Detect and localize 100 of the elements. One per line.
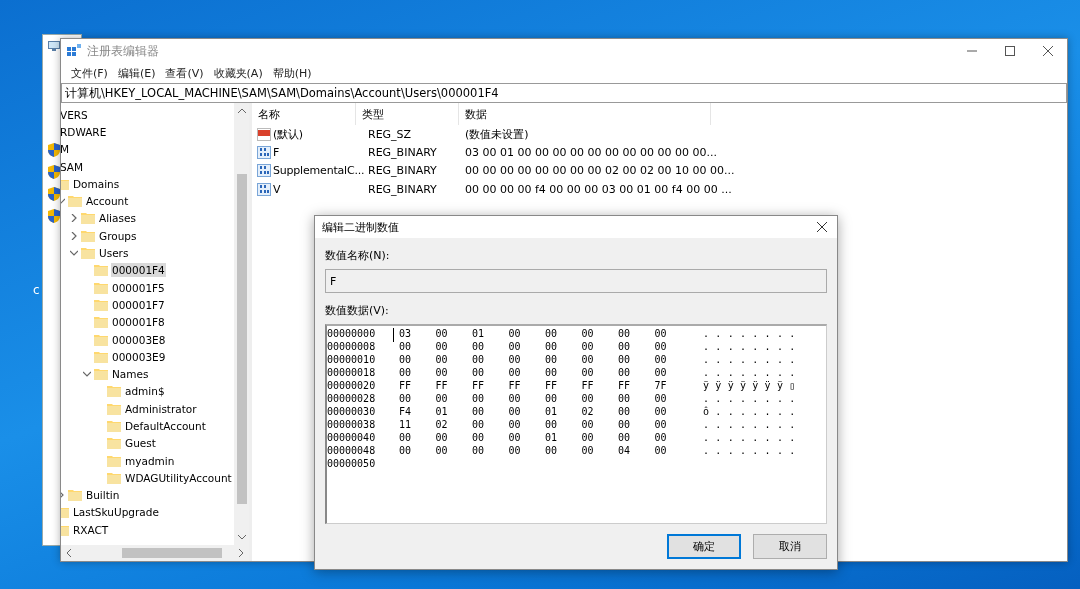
- hex-byte: 00: [581, 341, 595, 352]
- hex-byte: 00: [581, 445, 595, 456]
- dialog-button[interactable]: 取消: [753, 534, 827, 559]
- tree-item[interactable]: admin$: [124, 384, 166, 399]
- tree-item[interactable]: RXACT: [72, 522, 110, 537]
- hex-address: 00000008: [327, 341, 377, 352]
- hex-byte: 7F: [654, 380, 668, 391]
- hex-byte: 03: [399, 328, 413, 339]
- hex-address: 00000050: [327, 458, 377, 469]
- tree-item[interactable]: Groups: [98, 228, 138, 243]
- hex-byte: 00: [399, 341, 413, 352]
- dialog-button[interactable]: 确定: [667, 534, 741, 559]
- tree-item[interactable]: SAM: [61, 159, 85, 174]
- tree-item[interactable]: 000001F7: [111, 297, 166, 312]
- menu-item[interactable]: 帮助(H): [267, 65, 317, 81]
- hex-byte: FF: [472, 380, 486, 391]
- hex-address: 00000040: [327, 432, 377, 443]
- hex-byte: FF: [399, 380, 413, 391]
- hex-byte: 01: [545, 432, 559, 443]
- column-header[interactable]: 数据: [459, 103, 711, 125]
- menu-item[interactable]: 文件(F): [66, 65, 113, 81]
- tree-item[interactable]: 000003E8: [111, 332, 167, 347]
- tree-item[interactable]: 000001F4: [111, 263, 166, 278]
- hex-byte: 00: [654, 354, 668, 365]
- tree-item[interactable]: 000003E9: [111, 349, 167, 364]
- value-name[interactable]: SupplementalC...: [273, 164, 365, 178]
- hex-address: 00000038: [327, 419, 377, 430]
- value-data: (数值未设置): [464, 126, 530, 142]
- hex-byte: 01: [472, 328, 486, 339]
- hex-byte: 00: [472, 341, 486, 352]
- tree-item[interactable]: M: [61, 142, 71, 157]
- ascii-text: ........: [703, 393, 802, 404]
- ascii-text: ........: [703, 432, 802, 443]
- hex-address: 00000028: [327, 393, 377, 404]
- desktop-icon-label: c: [33, 283, 40, 297]
- menu-item[interactable]: 收藏夹(A): [208, 65, 268, 81]
- ascii-text: ........: [703, 445, 802, 456]
- tree-item[interactable]: Domains: [72, 176, 121, 191]
- value-type: REG_BINARY: [367, 164, 438, 178]
- hex-byte: 00: [545, 354, 559, 365]
- tree-item[interactable]: RDWARE: [61, 124, 108, 139]
- hex-address: 00000010: [327, 354, 377, 365]
- hex-byte: FF: [581, 380, 595, 391]
- tree-item[interactable]: Administrator: [124, 401, 198, 416]
- ascii-text: ........: [703, 419, 802, 430]
- tree-item[interactable]: Account: [85, 194, 130, 209]
- tree-item[interactable]: Guest: [124, 436, 157, 451]
- hex-address: 00000020: [327, 380, 377, 391]
- hex-byte: 00: [435, 354, 449, 365]
- hex-byte: 00: [508, 432, 522, 443]
- hex-byte: 00: [508, 445, 522, 456]
- column-header[interactable]: 类型: [356, 103, 459, 125]
- tree-item[interactable]: 000001F5: [111, 280, 166, 295]
- hex-byte: 11: [399, 419, 413, 430]
- hex-address: 00000000: [327, 328, 377, 339]
- value-name[interactable]: (默认): [273, 126, 303, 142]
- hex-byte: 00: [618, 432, 632, 443]
- field-label: 数值数据(V):: [325, 303, 390, 318]
- tree-item[interactable]: Names: [111, 367, 150, 382]
- hex-byte: 00: [472, 367, 486, 378]
- hex-byte: 00: [618, 419, 632, 430]
- hex-byte: 00: [618, 393, 632, 404]
- hex-byte: 00: [581, 432, 595, 443]
- value-name-field[interactable]: F: [325, 269, 827, 293]
- value-data: 00 00 00 00 00 00 00 00 02 00 02 00 10 00 00...: [464, 164, 736, 178]
- hex-byte: 00: [472, 432, 486, 443]
- column-header[interactable]: 名称: [252, 103, 356, 125]
- hex-byte: 00: [618, 406, 632, 417]
- hex-byte: 00: [654, 432, 668, 443]
- tree-item[interactable]: DefaultAccount: [124, 419, 207, 433]
- hex-byte: 00: [472, 445, 486, 456]
- menu-item[interactable]: 编辑(E): [112, 65, 161, 81]
- address-bar[interactable]: 计算机\HKEY_LOCAL_MACHINE\SAM\SAM\Domains\Account\Users\000001F4: [61, 83, 1067, 103]
- hex-byte: 00: [435, 432, 449, 443]
- hex-byte: 00: [508, 341, 522, 352]
- field-label: 数值名称(N):: [325, 248, 391, 263]
- hex-byte: 00: [435, 341, 449, 352]
- tree-item[interactable]: Aliases: [98, 211, 137, 226]
- hex-byte: 00: [472, 354, 486, 365]
- hex-byte: 00: [435, 445, 449, 456]
- tree-item[interactable]: Builtin: [85, 488, 121, 503]
- tree-item[interactable]: myadmin: [124, 453, 176, 468]
- hex-address: 00000018: [327, 367, 377, 378]
- hex-byte: 00: [435, 328, 449, 339]
- hex-byte: 00: [399, 354, 413, 365]
- hex-byte: 00: [581, 367, 595, 378]
- value-name[interactable]: F: [273, 145, 280, 159]
- hex-byte: 00: [654, 367, 668, 378]
- hex-byte: 00: [654, 445, 668, 456]
- ascii-text: ô.......: [703, 406, 802, 417]
- menu-item[interactable]: 查看(V): [160, 65, 209, 81]
- tree-item[interactable]: 000001F8: [111, 315, 166, 330]
- hex-byte: 00: [399, 445, 413, 456]
- tree-item[interactable]: WDAGUtilityAccount: [124, 470, 233, 485]
- hex-byte: 00: [399, 432, 413, 443]
- tree-item[interactable]: LastSkuUpgrade: [72, 505, 160, 520]
- tree-item[interactable]: Users: [98, 246, 130, 260]
- value-name[interactable]: V: [273, 182, 281, 196]
- value-type: REG_SZ: [367, 127, 413, 141]
- value-data: 03 00 01 00 00 00 00 00 00 00 00 00 00 00...: [464, 145, 718, 159]
